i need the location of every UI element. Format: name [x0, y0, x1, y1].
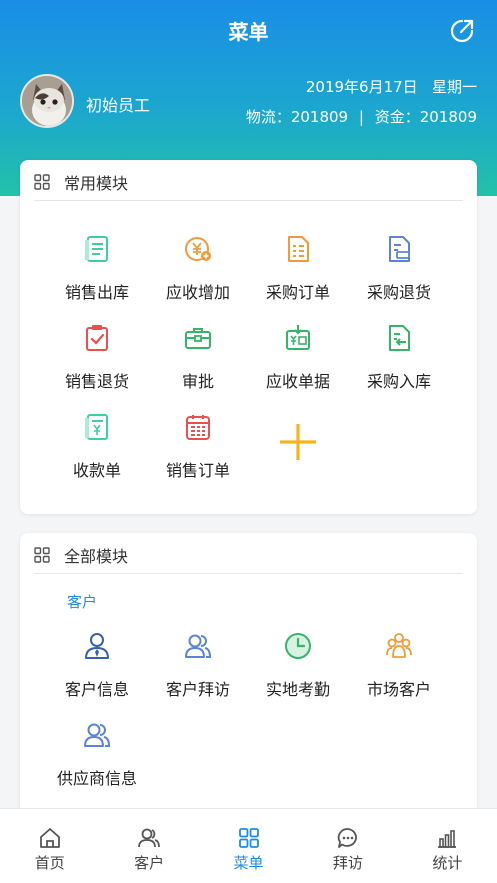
logistics-value: 201809: [290, 108, 349, 126]
date: 2019年6月17日: [305, 78, 418, 96]
customer-tie-icon: [85, 633, 109, 659]
funds-value: 201809: [419, 108, 477, 126]
all-modules-header: 全部模块: [34, 543, 128, 567]
user-name: 初始员工: [86, 96, 151, 115]
tab-home[interactable]: 首页: [0, 809, 99, 883]
module-market-customer[interactable]: 市场客户: [349, 631, 449, 711]
module-label: 收款单: [72, 461, 121, 480]
add-module-button[interactable]: [248, 412, 348, 492]
document-in-icon: [389, 325, 410, 351]
module-label: 采购订单: [265, 283, 330, 302]
clock-icon: [285, 633, 311, 659]
module-label: 客户信息: [64, 680, 129, 699]
funds-label: 资金：: [374, 108, 420, 126]
weekday: 星期一: [431, 78, 477, 96]
document-return-icon: [389, 236, 410, 262]
separator: |: [358, 108, 364, 126]
module-label: 应收单据: [265, 372, 330, 391]
chat-icon: [337, 828, 357, 848]
logistics-label: 物流：: [245, 108, 291, 126]
avatar[interactable]: [20, 74, 74, 128]
module-purchase-return[interactable]: 采购退货: [349, 234, 449, 314]
receipt-yen-icon: [85, 414, 108, 440]
all-modules-title: 全部模块: [64, 547, 129, 566]
two-people-supplier-icon: [84, 723, 111, 747]
calendar-order-icon: [186, 415, 210, 440]
module-label: 销售订单: [165, 461, 230, 480]
customer-icon: [138, 828, 161, 848]
module-purchase-order[interactable]: 采购订单: [248, 234, 348, 314]
module-receivable-docs[interactable]: 应收单据: [248, 323, 348, 403]
module-sales-return[interactable]: 销售退货: [47, 323, 147, 403]
divider: [34, 573, 463, 574]
yen-coin-add-icon: [185, 237, 211, 261]
share-export-icon[interactable]: [449, 18, 475, 44]
module-sales-outbound[interactable]: 销售出库: [47, 234, 147, 314]
grid-icon: [34, 174, 50, 190]
bottom-tab-bar: 首页 客户 菜单 拜访 统计: [0, 808, 497, 883]
tab-customer[interactable]: 客户: [99, 809, 198, 883]
yen-receipt-icon: [286, 325, 310, 350]
group-icon: [386, 633, 412, 658]
module-label: 采购退货: [366, 283, 431, 302]
document-order-icon: [288, 236, 309, 262]
category-customer: 客户: [67, 593, 98, 611]
tab-label: 拜访: [332, 854, 363, 872]
common-modules-header: 常用模块: [34, 170, 128, 194]
tab-label: 客户: [134, 854, 165, 872]
tab-label: 首页: [34, 854, 65, 872]
module-label: 销售出库: [64, 283, 129, 302]
tab-statistics[interactable]: 统计: [398, 809, 497, 883]
tab-label: 统计: [432, 854, 463, 872]
page-title: 菜单: [228, 20, 269, 44]
period-line: 物流：201809 | 资金：201809: [246, 106, 477, 127]
module-label: 供应商信息: [56, 769, 137, 788]
module-label: 实地考勤: [265, 680, 330, 699]
cat-avatar-icon: [22, 76, 72, 126]
grid-icon: [34, 547, 50, 563]
two-people-icon: [185, 634, 212, 658]
module-customer-info[interactable]: 客户信息: [47, 631, 147, 711]
module-approval[interactable]: 审批: [148, 323, 248, 403]
tab-label: 菜单: [233, 854, 264, 872]
common-modules-card: 常用模块 销售出库 应收增加 采购订单 采购退货 销售退货 审批 应收单据 采购…: [20, 160, 477, 514]
all-modules-card: 全部模块 客户 客户信息 客户拜访 实地考勤 市场客户 供应商信息: [20, 533, 477, 823]
module-field-attendance[interactable]: 实地考勤: [248, 631, 348, 711]
module-label: 销售退货: [64, 372, 129, 391]
plus-icon: [280, 424, 316, 460]
tab-visit[interactable]: 拜访: [298, 809, 397, 883]
module-purchase-inbound[interactable]: 采购入库: [349, 323, 449, 403]
module-label: 应收增加: [165, 283, 230, 302]
module-label: 市场客户: [366, 680, 431, 699]
date-line: 2019年6月17日 星期一: [306, 76, 477, 97]
module-label: 客户拜访: [165, 680, 230, 699]
bar-chart-icon: [438, 830, 457, 848]
grid-icon: [238, 828, 259, 848]
module-label: 审批: [181, 372, 214, 391]
module-receipt[interactable]: 收款单: [47, 412, 147, 492]
clipboard-check-icon: [86, 325, 108, 351]
module-label: 采购入库: [366, 372, 431, 391]
module-receivable-add[interactable]: 应收增加: [148, 234, 248, 314]
module-customer-visit[interactable]: 客户拜访: [148, 631, 248, 711]
home-icon: [39, 828, 60, 848]
module-sales-order[interactable]: 销售订单: [148, 412, 248, 492]
document-list-icon: [85, 236, 108, 262]
module-supplier-info[interactable]: 供应商信息: [47, 720, 147, 800]
divider: [34, 200, 463, 201]
tab-menu[interactable]: 菜单: [199, 809, 298, 883]
briefcase-icon: [185, 328, 211, 349]
common-modules-title: 常用模块: [64, 174, 129, 193]
